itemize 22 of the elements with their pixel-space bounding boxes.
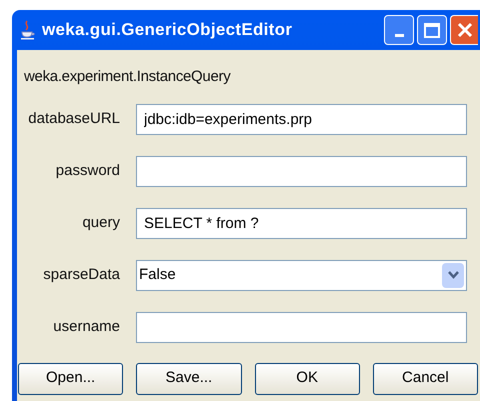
text-field[interactable] bbox=[136, 312, 467, 342]
property-label: sparseData bbox=[42, 264, 121, 285]
dialog-button[interactable]: OK bbox=[254, 362, 360, 394]
java-cup-icon bbox=[20, 20, 36, 40]
maximize-button[interactable] bbox=[417, 15, 447, 45]
close-icon bbox=[456, 22, 472, 38]
dialog-button[interactable]: Open... bbox=[18, 362, 124, 394]
class-name-label: weka.experiment.InstanceQuery bbox=[24, 67, 232, 87]
text-field[interactable]: jdbc:idb=experiments.prp bbox=[136, 104, 467, 134]
property-label: username bbox=[52, 316, 121, 337]
property-label: databaseURL bbox=[27, 108, 121, 129]
property-label: query bbox=[81, 212, 121, 233]
property-label: password bbox=[54, 160, 121, 181]
close-button[interactable] bbox=[450, 15, 478, 45]
text-field[interactable] bbox=[136, 156, 467, 186]
dialog-button[interactable]: Save... bbox=[136, 362, 242, 394]
chevron-down-icon bbox=[442, 262, 464, 288]
window-title: weka.gui.GenericObjectEditor bbox=[42, 19, 292, 42]
minimize-button[interactable] bbox=[384, 15, 414, 45]
dropdown[interactable]: False bbox=[136, 260, 467, 290]
dialog-button[interactable]: Cancel bbox=[372, 362, 478, 394]
text-field[interactable]: SELECT * from ? bbox=[136, 208, 467, 238]
